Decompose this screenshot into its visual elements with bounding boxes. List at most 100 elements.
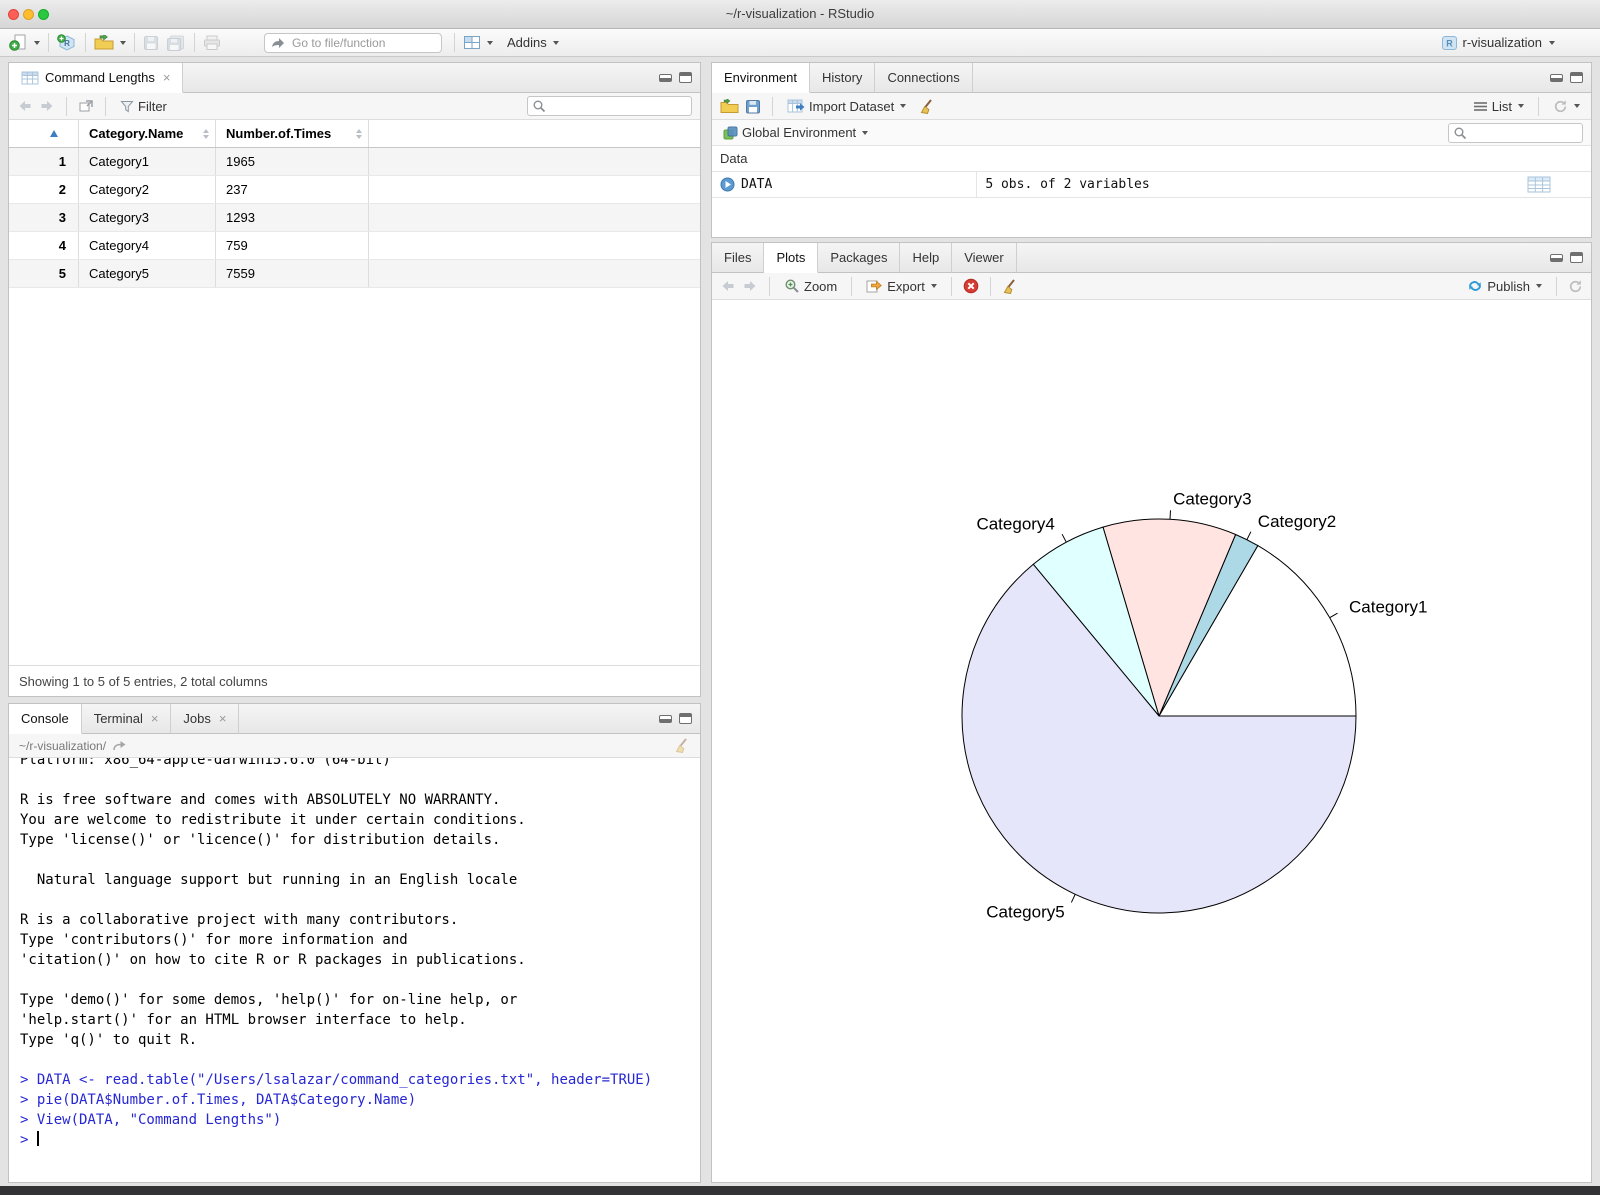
addins-button[interactable]: Addins <box>504 33 562 52</box>
tab-terminal[interactable]: Terminal × <box>81 704 172 734</box>
pane-layout-button[interactable] <box>460 33 496 52</box>
next-plot-icon[interactable] <box>742 279 758 293</box>
minimize-pane-icon[interactable] <box>659 714 672 723</box>
sort-toggle-icon <box>356 128 362 139</box>
filter-funnel-icon <box>120 100 134 113</box>
environment-section-header: Data <box>712 146 1591 172</box>
table-row[interactable]: 4 Category4 759 <box>9 232 700 260</box>
maximize-pane-icon[interactable] <box>679 72 692 83</box>
minimize-window-button[interactable] <box>23 9 34 20</box>
tab-command-lengths[interactable]: Command Lengths × <box>9 63 184 93</box>
tab-plots[interactable]: Plots <box>764 243 819 273</box>
tab-packages[interactable]: Packages <box>818 243 901 273</box>
close-icon[interactable]: × <box>219 712 227 725</box>
table-cell: 759 <box>216 232 369 259</box>
export-plot-button[interactable]: Export <box>863 277 940 296</box>
import-dataset-button[interactable]: Import Dataset <box>784 97 909 116</box>
close-window-button[interactable] <box>8 9 19 20</box>
tab-environment[interactable]: Environment <box>712 63 810 93</box>
goto-arrow-icon <box>271 37 285 49</box>
spreadsheet-icon <box>21 71 39 85</box>
goto-file-input[interactable] <box>290 34 435 51</box>
open-directory-arrow-icon[interactable] <box>112 740 127 752</box>
pie-label: Category5 <box>986 902 1064 921</box>
table-row[interactable]: 1 Category1 1965 <box>9 148 700 176</box>
global-environment-selector[interactable]: Global Environment <box>720 123 871 142</box>
clear-all-plots-broom-icon[interactable] <box>1002 278 1018 294</box>
close-icon[interactable]: × <box>163 71 171 84</box>
maximize-pane-icon[interactable] <box>1570 252 1583 263</box>
filter-button[interactable]: Filter <box>117 97 170 116</box>
tab-files[interactable]: Files <box>712 243 765 273</box>
console-output-line: 'help.start()' for an HTML browser inter… <box>20 1012 467 1028</box>
window-title: ~/r-visualization - RStudio <box>725 6 875 21</box>
tab-label: Command Lengths <box>45 70 155 85</box>
console-output-line: Platform: x86_64-apple-darwin15.6.0 (64-… <box>20 758 391 768</box>
pane-data-viewer: Command Lengths × Filter Category.Name N… <box>8 62 701 697</box>
expand-object-icon[interactable] <box>720 177 735 192</box>
print-button[interactable] <box>200 33 224 53</box>
close-icon[interactable]: × <box>151 712 159 725</box>
viewer-search-box[interactable] <box>527 96 692 116</box>
environment-search-input[interactable] <box>1470 124 1578 141</box>
save-button[interactable] <box>140 33 163 53</box>
save-all-button[interactable] <box>163 33 189 53</box>
zoom-window-button[interactable] <box>38 9 49 20</box>
column-header-number-of-times[interactable]: Number.of.Times <box>216 120 369 147</box>
project-selector[interactable]: R r-visualization <box>1438 33 1558 53</box>
tab-connections[interactable]: Connections <box>875 63 973 93</box>
column-header-category-name[interactable]: Category.Name <box>79 120 216 147</box>
view-data-grid-icon[interactable] <box>1527 176 1551 193</box>
clear-console-broom-icon[interactable] <box>674 738 690 753</box>
back-arrow-icon[interactable] <box>17 99 33 113</box>
tab-label: Help <box>912 250 940 265</box>
new-project-icon: R <box>57 33 77 52</box>
zoom-plot-button[interactable]: Zoom <box>781 276 840 296</box>
tab-viewer[interactable]: Viewer <box>952 243 1017 273</box>
table-row[interactable]: 3 Category3 1293 <box>9 204 700 232</box>
open-file-button[interactable] <box>91 33 129 53</box>
publish-button[interactable]: Publish <box>1464 277 1545 296</box>
new-file-button[interactable] <box>6 32 43 53</box>
table-cell: 237 <box>216 176 369 203</box>
pie-chart: Category1 Category2 Category3 Category4 Cate… <box>961 489 1427 921</box>
minimize-pane-icon[interactable] <box>659 73 672 82</box>
save-workspace-icon[interactable] <box>745 99 761 114</box>
table-row[interactable]: 5 Category5 7559 <box>9 260 700 288</box>
refresh-icon <box>1553 99 1568 114</box>
previous-plot-icon[interactable] <box>720 279 736 293</box>
table-cell: 3 <box>9 204 79 231</box>
new-project-button[interactable]: R <box>54 32 80 54</box>
maximize-pane-icon[interactable] <box>1570 72 1583 83</box>
table-header: Category.Name Number.of.Times <box>9 120 700 148</box>
save-icon <box>143 35 160 51</box>
forward-arrow-icon[interactable] <box>39 99 55 113</box>
goto-file-box[interactable] <box>264 32 442 53</box>
console-command-line: > View(DATA, "Command Lengths") <box>20 1112 282 1128</box>
tab-jobs[interactable]: Jobs × <box>171 704 240 734</box>
load-workspace-folder-icon[interactable] <box>720 98 739 114</box>
addins-label: Addins <box>507 35 547 50</box>
tab-label: History <box>821 70 863 85</box>
tab-help[interactable]: Help <box>900 243 953 273</box>
table-row[interactable]: 2 Category2 237 <box>9 176 700 204</box>
tab-history[interactable]: History <box>809 63 876 93</box>
minimize-pane-icon[interactable] <box>1550 253 1563 262</box>
rownum-header[interactable] <box>9 120 79 147</box>
viewer-search-input[interactable] <box>549 98 687 114</box>
clear-environment-broom-icon[interactable] <box>919 98 935 114</box>
sort-toggle-icon <box>203 128 209 139</box>
remove-plot-icon[interactable] <box>963 278 979 294</box>
environment-object-row[interactable]: DATA 5 obs. of 2 variables <box>712 172 1591 198</box>
environment-view-mode-button[interactable]: List <box>1470 97 1527 116</box>
environment-search-box[interactable] <box>1448 122 1583 143</box>
open-in-new-window-icon[interactable] <box>78 99 94 113</box>
maximize-pane-icon[interactable] <box>679 713 692 724</box>
console-body[interactable]: Platform: x86_64-apple-darwin15.6.0 (64-… <box>10 758 699 1181</box>
refresh-environment-button[interactable] <box>1550 97 1583 116</box>
refresh-plot-icon[interactable] <box>1568 279 1583 294</box>
minimize-pane-icon[interactable] <box>1550 73 1563 82</box>
window-titlebar: ~/r-visualization - RStudio <box>0 0 1600 29</box>
tab-console[interactable]: Console <box>9 704 82 734</box>
